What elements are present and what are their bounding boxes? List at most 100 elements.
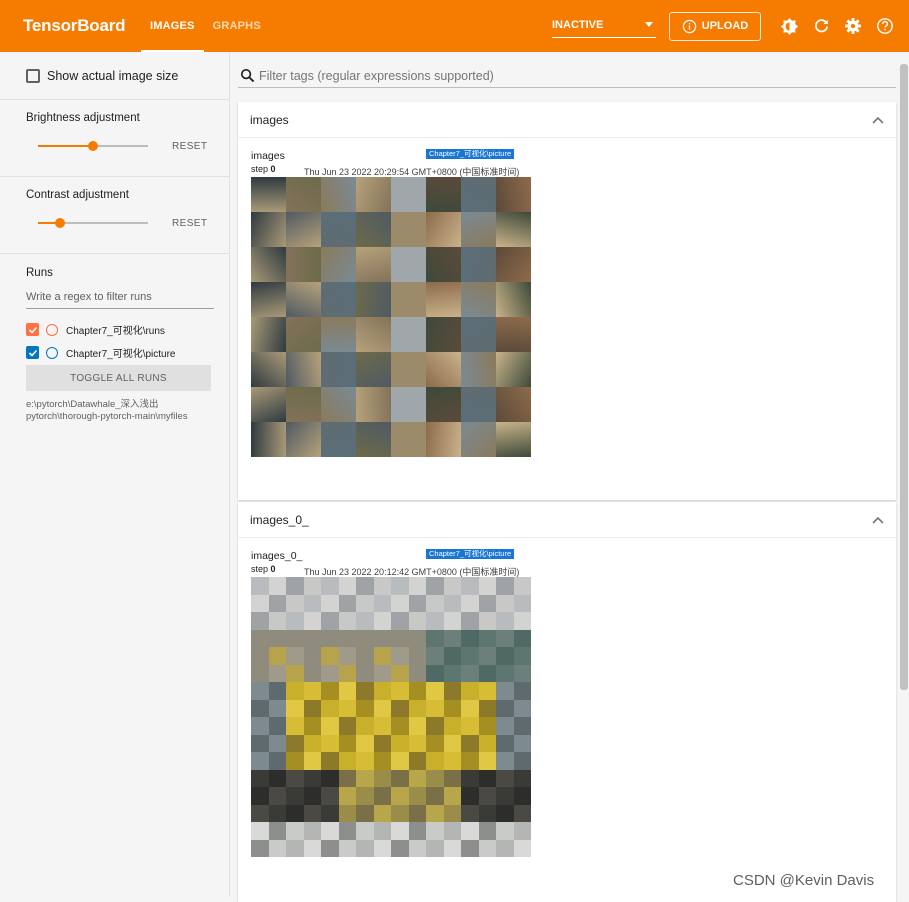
contrast-slider-thumb[interactable] [55,218,65,228]
image-tile [426,282,461,317]
toggle-all-runs-button[interactable]: TOGGLE ALL RUNS [26,365,211,391]
contrast-reset-button[interactable]: RESET [172,218,207,229]
chevron-up-icon[interactable] [872,516,884,524]
run-item-picture[interactable]: Chapter7_可视化\picture [26,341,213,364]
image-pixel [461,664,479,682]
search-icon [240,68,255,83]
image-pixel [408,577,426,595]
image-pixel [338,734,356,752]
settings-button[interactable] [837,10,869,42]
image-tile [496,282,531,317]
dark-mode-button[interactable] [773,10,805,42]
image-pixel [426,752,444,770]
truck-image[interactable] [251,577,531,857]
image-pixel [286,647,304,665]
image-pixel [513,699,531,717]
image-pixel [373,787,391,805]
image-pixel [391,787,409,805]
image-pixel [321,629,339,647]
image-pixel [338,839,356,857]
tag-filter-input[interactable]: Filter tags (regular expressions support… [238,64,896,88]
run-checkbox-picture[interactable] [26,346,39,359]
image-pixel [461,699,479,717]
image-pixel [443,752,461,770]
upload-label: UPLOAD [701,20,749,32]
image-pixel [426,577,444,595]
brightness-reset-button[interactable]: RESET [172,141,207,152]
main-scrollbar[interactable] [900,64,908,690]
image-pixel [408,594,426,612]
image-tile [426,387,461,422]
image-pixel [356,752,374,770]
image-pixel [391,752,409,770]
image-pixel [443,699,461,717]
contrast-slider[interactable] [38,218,148,228]
image-pixel [251,682,269,700]
image-pixel [391,664,409,682]
image-pixel [373,664,391,682]
brightness-slider[interactable] [38,141,148,151]
step-value: 0 [270,164,276,174]
image-pixel [338,787,356,805]
card-title: images_0_ [250,512,309,527]
image-pixel [338,769,356,787]
image-tile [461,212,496,247]
image-pixel [513,612,531,630]
logdir-line-2: pytorch\thorough-pytorch-main\myfiles [26,410,188,422]
image-tile [391,282,426,317]
image-tile [356,422,391,457]
image-tile [391,422,426,457]
plugin-status-select[interactable]: INACTIVE [552,14,656,38]
image-pixel [408,699,426,717]
run-chip: Chapter7_可视化\picture [426,149,515,159]
show-actual-size-checkbox[interactable] [26,68,40,83]
image-pixel [268,717,286,735]
image-pixel [443,612,461,630]
image-pixel [513,769,531,787]
run-color-circle-runs[interactable] [46,323,58,336]
run-color-circle-picture[interactable] [46,346,58,359]
image-pixel [286,612,304,630]
show-actual-size-row[interactable]: Show actual image size [26,52,213,99]
image-pixel [373,594,391,612]
image-pixel [461,804,479,822]
tab-graphs[interactable]: GRAPHS [204,0,270,52]
image-pixel [373,629,391,647]
card-header[interactable]: images [238,102,896,138]
help-icon [877,18,893,34]
help-button[interactable] [869,10,901,42]
image-pixel [391,612,409,630]
chevron-up-icon[interactable] [872,116,884,124]
image-pixel [251,594,269,612]
card-header[interactable]: images_0_ [238,502,896,538]
image-pixel [408,647,426,665]
image-pixel [356,594,374,612]
image-tile [356,317,391,352]
image-pixel [286,682,304,700]
brightness-slider-thumb[interactable] [88,141,98,151]
image-tile [286,422,321,457]
image-pixel [478,647,496,665]
run-item-runs[interactable]: Chapter7_可视化\runs [26,318,213,341]
image-pixel [373,839,391,857]
runs-section: Runs Write a regex to filter runs Chapte… [0,254,229,422]
image-pixel [461,629,479,647]
image-tile [356,247,391,282]
image-pixel [461,647,479,665]
image-pixel [513,734,531,752]
image-pixel [408,682,426,700]
image-sprite-grid[interactable] [251,177,531,457]
image-pixel [478,594,496,612]
image-pixel [356,577,374,595]
runs-filter-input[interactable]: Write a regex to filter runs [26,291,214,309]
run-checkbox-runs[interactable] [26,323,39,336]
image-pixel [426,664,444,682]
image-pixel [286,769,304,787]
reload-button[interactable] [805,10,837,42]
upload-button[interactable]: UPLOAD [669,11,761,41]
image-tile [391,317,426,352]
tab-images[interactable]: IMAGES [141,0,204,52]
step-value: 0 [270,564,276,574]
image-pixel [303,682,321,700]
image-pixel [268,839,286,857]
